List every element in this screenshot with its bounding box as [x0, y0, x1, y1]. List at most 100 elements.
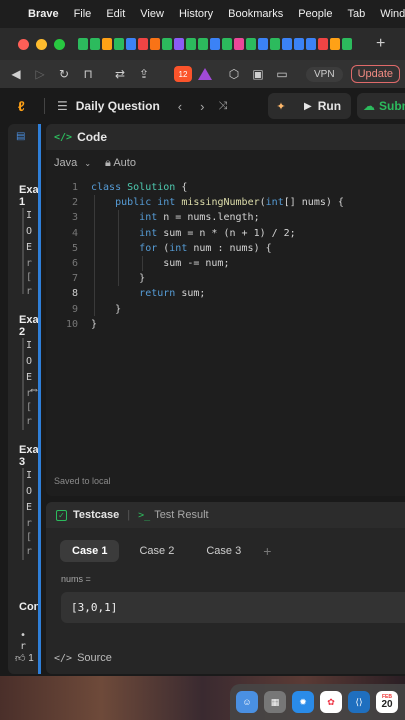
debug-icon[interactable]: ✦ — [268, 100, 294, 113]
back-icon[interactable]: ◀ — [4, 67, 28, 81]
reload-icon[interactable]: ↻ — [52, 67, 76, 81]
testcase-header: ✓ Testcase | >_ Test Result — [46, 502, 405, 528]
leetcode-logo-icon[interactable]: ℓ — [18, 98, 32, 114]
share-icon[interactable]: ⇪ — [132, 67, 156, 81]
new-tab-button[interactable]: + — [376, 35, 385, 53]
tab-favicon[interactable] — [234, 38, 244, 50]
code-text: for (int num : nums) { — [139, 242, 272, 254]
menu-bookmarks[interactable]: Bookmarks — [228, 8, 283, 20]
line-number: 10 — [65, 318, 78, 330]
tab-test-result[interactable]: Test Result — [154, 509, 208, 521]
wallet-icon[interactable]: ▭ — [270, 67, 294, 81]
vpn-button[interactable]: VPN — [306, 66, 343, 82]
tab-favicon[interactable] — [282, 38, 292, 50]
tab-favicon[interactable] — [222, 38, 232, 50]
menu-edit[interactable]: Edit — [106, 8, 125, 20]
code-text: } — [91, 273, 146, 285]
description-tab[interactable]: ▤ — [8, 124, 38, 148]
extension-icon[interactable]: ⬡ — [222, 67, 246, 81]
tab-favicon[interactable] — [270, 38, 280, 50]
tab-favicon[interactable] — [246, 38, 256, 50]
submit-button[interactable]: ☁ Submit — [357, 93, 405, 119]
tab-favicon[interactable] — [78, 38, 88, 50]
code-line[interactable]: 4 int sum = n * (n + 1) / 2; — [46, 226, 405, 241]
next-question-icon[interactable]: › — [200, 99, 204, 114]
bookmark-icon[interactable]: ⊓ — [76, 67, 100, 81]
minimize-window-button[interactable] — [36, 38, 47, 50]
brave-rewards-icon[interactable] — [198, 68, 212, 80]
code-line[interactable]: 2 public int missingNumber(int[] nums) { — [46, 195, 405, 210]
tab-favicon[interactable] — [294, 38, 304, 50]
case-tab-1[interactable]: Case 1 — [60, 540, 120, 562]
resize-cursor-icon: ⇔ — [28, 382, 40, 396]
menu-file[interactable]: File — [74, 8, 92, 20]
menu-app-name[interactable]: Brave — [28, 8, 59, 20]
tab-favicon[interactable] — [138, 38, 148, 50]
like-button[interactable]: 👍︎ 1 — [15, 652, 34, 664]
tab-favicon[interactable] — [198, 38, 208, 50]
line-number: 6 — [71, 257, 78, 269]
example-line: O — [26, 356, 33, 367]
panel-resize-handle[interactable] — [38, 124, 41, 674]
menu-history[interactable]: History — [179, 8, 213, 20]
tab-favicon[interactable] — [150, 38, 160, 50]
forward-icon[interactable]: ▷ — [28, 67, 52, 81]
example-line: I — [26, 340, 33, 351]
run-label: Run — [317, 99, 342, 113]
tab-favicon[interactable] — [306, 38, 316, 50]
close-window-button[interactable] — [18, 38, 29, 50]
calendar-icon[interactable]: FEB 20 — [376, 691, 398, 713]
code-line[interactable]: 1 class Solution { — [46, 180, 405, 195]
tab-favicon[interactable] — [174, 38, 184, 50]
tab-favicon[interactable] — [114, 38, 124, 50]
tab-favicon[interactable] — [90, 38, 100, 50]
prev-question-icon[interactable]: ‹ — [178, 99, 182, 114]
language-select[interactable]: Java ⌄ — [54, 157, 91, 169]
tab-favicon[interactable] — [162, 38, 172, 50]
shuffle-icon[interactable]: ⤨ — [218, 100, 227, 113]
code-line[interactable]: 3 int n = nums.length; — [46, 210, 405, 225]
case-tab-3[interactable]: Case 3 — [194, 540, 253, 562]
code-line[interactable]: 8 return sum; — [46, 286, 405, 301]
case-tab-2[interactable]: Case 2 — [127, 540, 186, 562]
brave-shields-icon[interactable]: 12 — [174, 66, 192, 82]
tab-favicon[interactable] — [210, 38, 220, 50]
sidebar-icon[interactable]: ▣ — [246, 67, 270, 81]
auto-mode-toggle[interactable]: 🔒︎ Auto — [105, 157, 136, 170]
browser-tab-strip: + ⌄ — [0, 28, 405, 60]
add-case-icon[interactable]: + — [263, 543, 271, 559]
tab-favicon[interactable] — [330, 38, 340, 50]
launchpad-icon[interactable]: ▦ — [264, 691, 286, 713]
code-line[interactable]: 9 } — [46, 302, 405, 317]
code-line[interactable]: 7 } — [46, 271, 405, 286]
code-editor[interactable]: 1 class Solution {2 public int missingNum… — [46, 180, 405, 332]
vscode-icon[interactable]: ⟨⟩ — [348, 691, 370, 713]
menu-people[interactable]: People — [298, 8, 332, 20]
code-line[interactable]: 5 for (int num : nums) { — [46, 241, 405, 256]
photos-icon[interactable]: ✿ — [320, 691, 342, 713]
problem-list-title[interactable]: Daily Question — [76, 99, 160, 113]
code-line[interactable]: 6 sum -= num; — [46, 256, 405, 271]
param-input[interactable]: [3,0,1] — [61, 592, 405, 623]
problem-list-icon[interactable]: ☰ — [57, 99, 68, 113]
code-line[interactable]: 10} — [46, 317, 405, 332]
tab-favicon[interactable] — [318, 38, 328, 50]
finder-icon[interactable]: ☺ — [236, 691, 258, 713]
zoom-window-button[interactable] — [54, 38, 65, 50]
run-button[interactable]: ▶ Run — [294, 99, 351, 113]
tab-favicon[interactable] — [186, 38, 196, 50]
tab-favicon[interactable] — [126, 38, 136, 50]
safari-icon[interactable]: ✹ — [292, 691, 314, 713]
update-button[interactable]: Update — [350, 65, 401, 83]
menu-view[interactable]: View — [140, 8, 164, 20]
menu-window[interactable]: Window — [380, 8, 405, 20]
menu-tab[interactable]: Tab — [347, 8, 365, 20]
tab-favicon[interactable] — [342, 38, 352, 50]
save-status: Saved to local — [54, 476, 111, 486]
source-button[interactable]: </> Source — [54, 652, 112, 664]
line-number: 4 — [71, 227, 78, 239]
site-settings-icon[interactable]: ⇄ — [108, 67, 132, 81]
tab-favicon[interactable] — [102, 38, 112, 50]
tab-testcase[interactable]: Testcase — [73, 509, 119, 521]
tab-favicon[interactable] — [258, 38, 268, 50]
